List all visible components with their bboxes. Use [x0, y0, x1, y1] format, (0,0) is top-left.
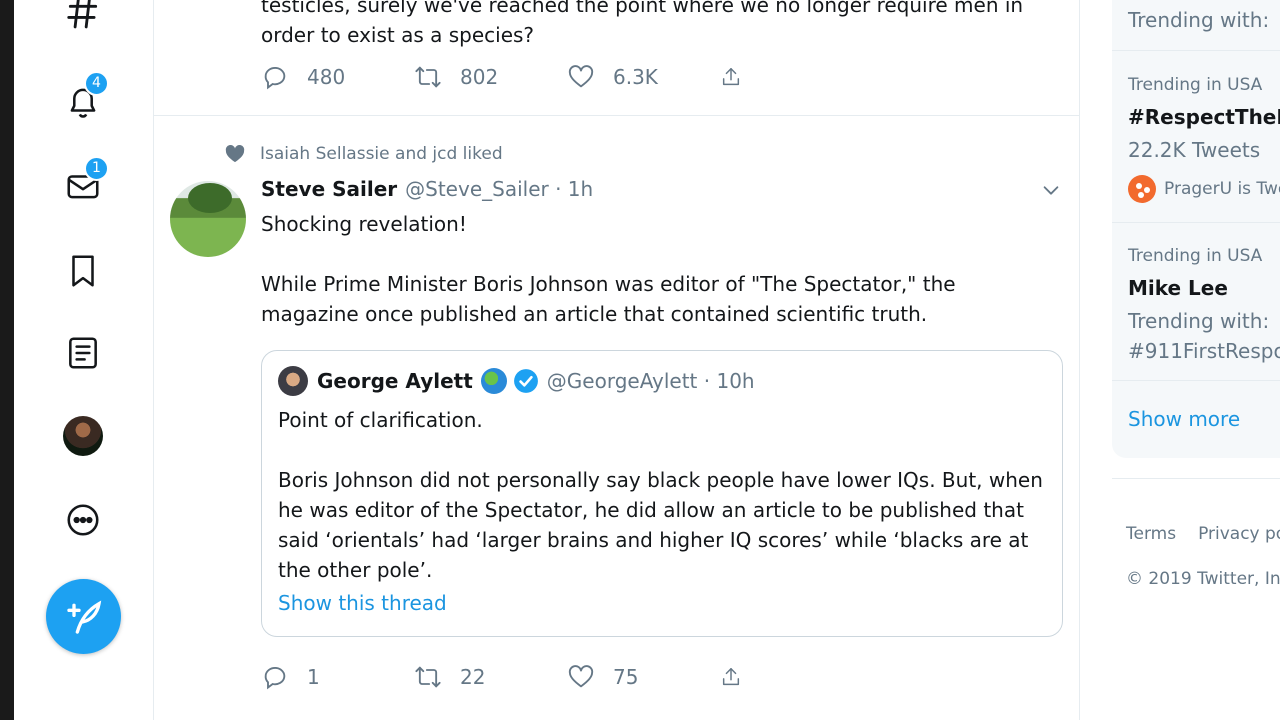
- previous-tweet[interactable]: testicles, surely we've reached the poin…: [154, 0, 1080, 116]
- like-button[interactable]: 75: [567, 663, 720, 691]
- retweet-count: 22: [460, 665, 486, 689]
- tweet-text: testicles, surely we've reached the poin…: [261, 0, 1024, 47]
- trend-subtext: Trending with:: [1128, 309, 1270, 333]
- tweet-actions: 1 22 75: [261, 662, 760, 692]
- heart-icon: [568, 665, 594, 688]
- list-icon[interactable]: [64, 334, 102, 372]
- quoted-author-handle-time: @GeorgeAylett · 10h: [546, 369, 755, 393]
- bell-icon[interactable]: 4: [64, 71, 109, 120]
- tweet-text: Shocking revelation! While Prime Ministe…: [261, 209, 1041, 359]
- like-button[interactable]: 6.3K: [567, 63, 720, 91]
- mail-icon[interactable]: 1: [64, 156, 109, 205]
- promoted-context: PragerU is Tweeting about this: [1128, 175, 1280, 203]
- profile-avatar[interactable]: [63, 416, 103, 456]
- tweet-text-line: Shocking revelation!: [261, 212, 467, 236]
- quoted-tweet[interactable]: George Aylett @GeorgeAylett · 10h Point …: [261, 350, 1063, 637]
- reply-button[interactable]: 480: [261, 63, 414, 91]
- trend-name[interactable]: Mike Lee: [1128, 276, 1228, 300]
- trends-panel: Trending with: Trending in USA #RespectT…: [1112, 0, 1280, 458]
- quoted-text-line: Point of clarification.: [278, 408, 483, 432]
- retweet-button[interactable]: 802: [414, 63, 567, 91]
- quoted-text-line: Boris Johnson did not personally say bla…: [278, 468, 1043, 582]
- footer-links: Terms Privacy policy: [1126, 524, 1280, 544]
- divider: [1112, 50, 1280, 51]
- compose-icon: [67, 600, 102, 634]
- like-count: 75: [613, 665, 639, 689]
- reply-count: 1: [307, 665, 320, 689]
- like-count: 6.3K: [613, 65, 658, 89]
- social-context-text: Isaiah Sellassie and jcd liked: [260, 144, 503, 164]
- hashtag-icon[interactable]: [64, 0, 102, 38]
- terms-link[interactable]: Terms: [1126, 524, 1176, 544]
- heart-icon: [225, 144, 245, 163]
- trend-location: Trending in USA: [1128, 246, 1263, 266]
- trend-tweet-count: 22.2K Tweets: [1128, 138, 1261, 162]
- tweet-text-line: While Prime Minister Boris Johnson was e…: [261, 272, 956, 326]
- quoted-tweet-header: George Aylett @GeorgeAylett · 10h: [278, 366, 755, 396]
- promoted-context-text: PragerU is Tweeting about this: [1164, 179, 1280, 199]
- show-thread-link[interactable]: Show this thread: [278, 591, 447, 615]
- privacy-link[interactable]: Privacy policy: [1198, 524, 1280, 544]
- tweet-actions: 480 802 6.3K: [261, 62, 760, 92]
- globe-emoji-icon: [480, 368, 507, 394]
- share-icon: [722, 668, 740, 686]
- author-handle-time[interactable]: @Steve_Sailer · 1h: [405, 177, 593, 201]
- share-button[interactable]: [720, 663, 760, 691]
- bookmark-icon[interactable]: [64, 252, 102, 290]
- author-name[interactable]: Steve Sailer: [261, 177, 397, 201]
- reply-icon: [264, 66, 286, 90]
- right-sidebar: Trending with: Trending in USA #RespectT…: [1112, 0, 1280, 720]
- retweet-icon: [415, 666, 441, 688]
- avatar: [278, 366, 308, 396]
- avatar[interactable]: [170, 181, 246, 257]
- divider: [1112, 380, 1280, 381]
- reply-count: 480: [307, 65, 346, 89]
- trend-name[interactable]: #RespectThePolice: [1128, 105, 1280, 129]
- more-icon[interactable]: [64, 501, 102, 539]
- window-edge: [0, 0, 14, 720]
- heart-icon: [568, 65, 594, 88]
- compose-tweet-button[interactable]: [46, 579, 121, 654]
- sidebar-nav: 4 1: [14, 0, 152, 720]
- timeline: testicles, surely we've reached the poin…: [153, 0, 1080, 720]
- retweet-count: 802: [460, 65, 499, 89]
- retweet-button[interactable]: 22: [414, 663, 567, 691]
- share-button[interactable]: [720, 63, 760, 91]
- quoted-author-name: George Aylett: [317, 369, 473, 393]
- tweet[interactable]: Isaiah Sellassie and jcd liked Steve Sai…: [154, 117, 1080, 720]
- trend-subtext: Trending with:: [1128, 8, 1270, 32]
- trend-location: Trending in USA: [1128, 75, 1263, 95]
- messages-badge: 1: [84, 156, 109, 181]
- quoted-tweet-text: Point of clarification. Boris Johnson di…: [278, 405, 1053, 615]
- prageru-avatar-icon: [1128, 175, 1156, 203]
- tweet-header: Steve Sailer @Steve_Sailer · 1h: [261, 177, 593, 201]
- divider: [1112, 222, 1280, 223]
- copyright: © 2019 Twitter, Inc.: [1126, 569, 1280, 589]
- share-icon: [722, 68, 740, 86]
- notifications-badge: 4: [84, 71, 109, 96]
- divider: [1112, 478, 1280, 479]
- verified-badge-icon: [513, 369, 538, 393]
- retweet-icon: [415, 66, 441, 88]
- reply-button[interactable]: 1: [261, 663, 414, 691]
- chevron-down-icon[interactable]: [1040, 179, 1062, 201]
- social-context: Isaiah Sellassie and jcd liked: [224, 144, 503, 164]
- trend-related-hashtag[interactable]: #911FirstResponders: [1128, 339, 1280, 363]
- show-more-link[interactable]: Show more: [1128, 407, 1240, 431]
- reply-icon: [264, 666, 286, 690]
